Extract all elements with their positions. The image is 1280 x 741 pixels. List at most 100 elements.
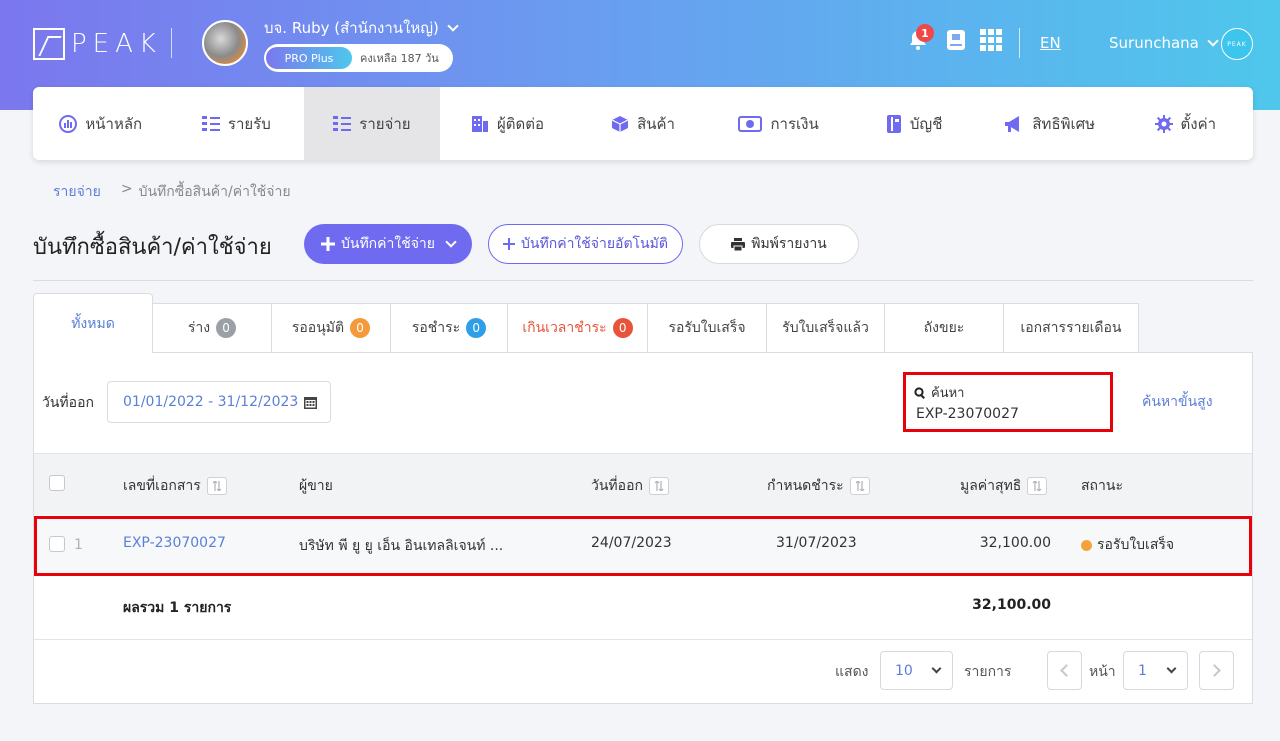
tab-count-badge: 0 — [350, 318, 371, 338]
tab-awaiting-approval[interactable]: รออนุมัติ 0 — [271, 303, 391, 353]
breadcrumb-root[interactable]: รายจ่าย — [53, 181, 101, 203]
language-toggle[interactable]: EN — [1040, 34, 1061, 52]
doc-number-link[interactable]: EXP-23070027 — [123, 535, 226, 551]
nav-item-accounting[interactable]: บัญชี — [846, 87, 982, 160]
sort-icon[interactable] — [648, 477, 669, 495]
search-label-text: ค้นหา — [931, 386, 965, 401]
total-value: 32,100.00 — [972, 597, 1051, 613]
page-size-value: 10 — [895, 662, 913, 679]
column-header-vendor: ผู้ขาย — [299, 475, 333, 497]
nav-label: ตั้งค่า — [1180, 114, 1217, 133]
printer-icon — [731, 237, 746, 251]
plus-icon — [503, 238, 516, 250]
tab-draft[interactable]: ร่าง 0 — [152, 303, 272, 353]
nav-item-dashboard[interactable]: หน้าหลัก — [33, 87, 169, 160]
tab-trash[interactable]: ถังขยะ — [884, 303, 1004, 353]
chevron-down-icon — [447, 20, 459, 32]
plan-status[interactable]: PRO Plus คงเหลือ 187 วัน — [264, 44, 453, 72]
tab-monthly-documents[interactable]: เอกสารรายเดือน — [1003, 303, 1139, 353]
column-label: วันที่ออก — [591, 478, 643, 494]
user-menu[interactable]: Surunchana — [1109, 34, 1219, 52]
nav-item-finance[interactable]: การเงิน — [711, 87, 847, 160]
nav-label: บัญชี — [909, 114, 943, 133]
nav-label: การเงิน — [770, 114, 819, 133]
tab-receipt-received[interactable]: รับใบเสร็จแล้ว — [766, 303, 885, 353]
chevron-left-icon — [1060, 664, 1073, 677]
search-icon — [914, 386, 925, 399]
tab-count-badge: 0 — [612, 318, 633, 338]
tab-label: รออนุมัติ — [291, 320, 345, 336]
column-label: มูลค่าสุทธิ — [960, 478, 1022, 494]
breadcrumb-separator: > — [120, 181, 133, 197]
user-name: Surunchana — [1109, 34, 1199, 52]
date-range-picker[interactable]: 01/01/2022 - 31/12/2023 — [107, 381, 331, 423]
tab-awaiting-payment[interactable]: รอชำระ 0 — [390, 303, 508, 353]
expense-icon — [333, 115, 352, 131]
tab-label: รับใบเสร็จแล้ว — [782, 320, 869, 336]
plus-icon — [321, 237, 335, 251]
page-number-value: 1 — [1138, 662, 1147, 679]
income-icon — [201, 115, 220, 131]
auto-expense-label: บันทึกค่าใช้จ่ายอัตโนมัติ — [521, 236, 668, 252]
tab-label: เอกสารรายเดือน — [1020, 320, 1122, 336]
ledger-icon — [886, 114, 901, 133]
sort-icon[interactable] — [849, 477, 870, 495]
tab-awaiting-receipt[interactable]: รอรับใบเสร็จ — [647, 303, 767, 353]
tab-all[interactable]: ทั้งหมด — [33, 293, 153, 353]
sort-icon[interactable] — [206, 477, 227, 495]
net-amount: 32,100.00 — [979, 535, 1051, 551]
column-label: เลขที่เอกสาร — [123, 478, 201, 494]
tab-label: เกินเวลาชำระ — [522, 320, 607, 336]
apps-grid-icon[interactable] — [980, 29, 1002, 51]
user-avatar[interactable]: PEAK — [1221, 28, 1253, 60]
plan-badge: PRO Plus — [266, 47, 352, 69]
auto-expense-button[interactable]: บันทึกค่าใช้จ่ายอัตโนมัติ — [488, 224, 683, 264]
manual-book-icon[interactable] — [946, 29, 966, 51]
title-divider — [33, 280, 1253, 281]
column-header-issue-date[interactable]: วันที่ออก — [591, 475, 669, 497]
header-divider — [171, 28, 172, 58]
nav-label: สิทธิพิเศษ — [1032, 114, 1096, 133]
row-checkbox[interactable] — [49, 536, 65, 552]
notification-button[interactable]: 1 — [906, 24, 934, 52]
tab-label: ถังขยะ — [923, 320, 965, 336]
date-filter-label: วันที่ออก — [42, 395, 94, 411]
tab-overdue[interactable]: เกินเวลาชำระ 0 — [507, 303, 648, 353]
nav-item-expense[interactable]: รายจ่าย — [304, 87, 440, 160]
prev-page-button[interactable] — [1047, 651, 1082, 690]
page-number-select[interactable]: 1 — [1123, 651, 1188, 690]
column-header-net-amount[interactable]: มูลค่าสุทธิ — [960, 475, 1048, 497]
dashboard-icon — [59, 114, 78, 133]
company-avatar[interactable] — [202, 20, 248, 66]
tab-label: ทั้งหมด — [71, 315, 115, 332]
peak-logo[interactable]: PEAK — [33, 28, 162, 60]
print-report-button[interactable]: พิมพ์รายงาน — [699, 224, 859, 264]
company-switcher[interactable]: บจ. Ruby (สำนักงานใหญ่) — [264, 16, 459, 40]
chevron-down-icon — [1207, 35, 1219, 47]
column-header-due-date[interactable]: กำหนดชำระ — [767, 475, 870, 497]
add-expense-button[interactable]: บันทึกค่าใช้จ่าย — [304, 224, 472, 264]
chevron-down-icon — [1166, 663, 1177, 674]
box-icon — [611, 115, 629, 132]
megaphone-icon — [1005, 115, 1020, 132]
nav-item-contacts[interactable]: ผู้ติดต่อ — [440, 87, 576, 160]
chevron-right-icon — [1208, 664, 1221, 677]
select-all-checkbox[interactable] — [49, 475, 65, 491]
date-range-value: 01/01/2022 - 31/12/2023 — [123, 394, 299, 410]
nav-item-privileges[interactable]: สิทธิพิเศษ — [982, 87, 1118, 160]
next-page-button[interactable] — [1199, 651, 1234, 690]
nav-label: รายจ่าย — [359, 114, 411, 133]
column-header-doc-no[interactable]: เลขที่เอกสาร — [123, 475, 227, 497]
nav-item-products[interactable]: สินค้า — [575, 87, 711, 160]
column-header-status: สถานะ — [1081, 475, 1123, 497]
search-input[interactable] — [916, 403, 1096, 425]
advanced-search-link[interactable]: ค้นหาขั้นสูง — [1142, 391, 1213, 413]
sort-icon[interactable] — [1027, 477, 1048, 495]
tab-count-badge: 0 — [466, 318, 487, 338]
nav-item-income[interactable]: รายรับ — [169, 87, 305, 160]
chevron-down-icon — [445, 236, 457, 248]
page-size-select[interactable]: 10 — [880, 651, 953, 690]
footer-divider — [34, 639, 1252, 640]
nav-item-settings[interactable]: ตั้งค่า — [1118, 87, 1254, 160]
notification-count-badge: 1 — [916, 24, 934, 42]
